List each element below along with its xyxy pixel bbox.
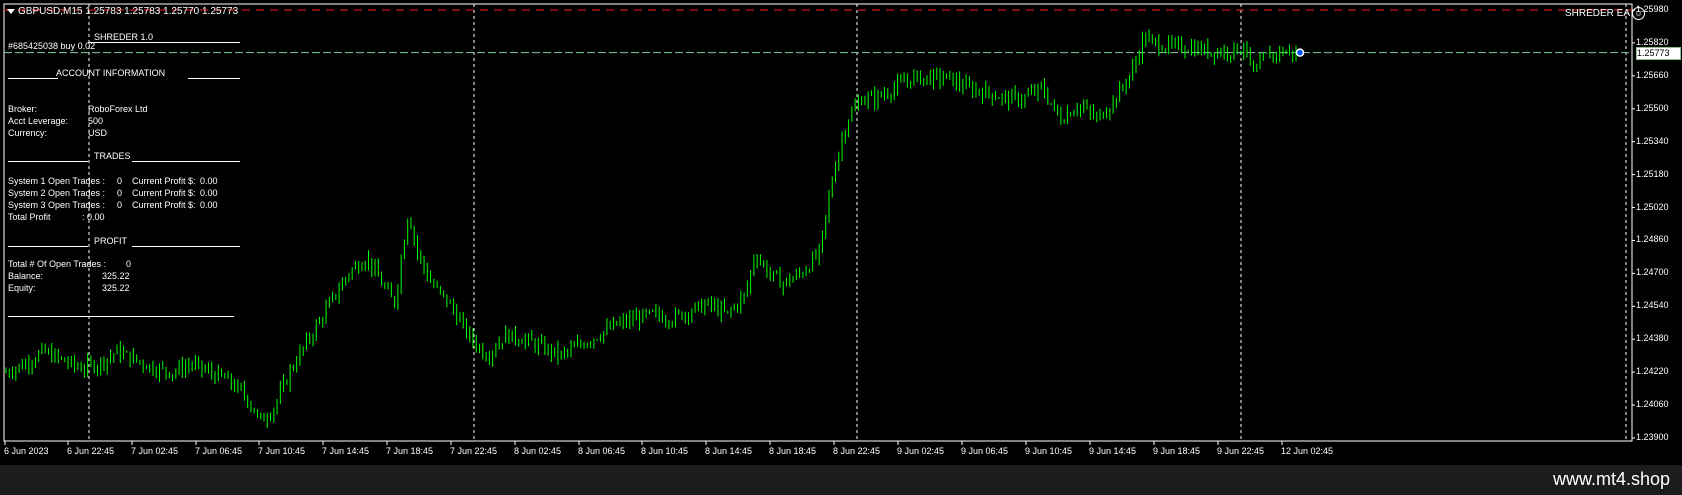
time-tick-label: 6 Jun 2023: [4, 446, 49, 456]
time-tick-label: 7 Jun 10:45: [258, 446, 306, 456]
broker-label: Broker:: [8, 104, 38, 114]
price-tick-label: 1.25020: [1636, 201, 1669, 212]
panel-divider: [8, 161, 88, 162]
ea-name: SHREDER EA: [1564, 8, 1630, 19]
time-tick-label: 7 Jun 14:45: [322, 446, 370, 456]
equity-label: Equity:: [8, 283, 36, 293]
panel-divider: [8, 246, 88, 247]
time-tick-label: 9 Jun 10:45: [1025, 446, 1073, 456]
currency-label: Currency:: [8, 128, 48, 138]
price-tick-label: 1.24380: [1636, 333, 1669, 344]
system-1-profit: 0.00: [200, 176, 218, 186]
current-price-label: 1.25773: [1636, 46, 1681, 60]
price-tick-label: 1.24220: [1636, 366, 1669, 377]
leverage-label: Acct Leverage:: [8, 116, 69, 126]
system-3-label: System 3 Open Trades :: [8, 200, 106, 210]
panel-divider: [8, 316, 234, 317]
system-2-profit: 0.00: [200, 188, 218, 198]
panel-divider: [188, 78, 240, 79]
order-marker-icon: [1295, 48, 1305, 57]
time-tick-label: 8 Jun 18:45: [769, 446, 817, 456]
time-tick-label: 12 Jun 02:45: [1281, 446, 1334, 456]
broker-value: RoboForex Ltd: [88, 104, 148, 114]
time-tick-label: 9 Jun 18:45: [1153, 446, 1201, 456]
footer-bar: www.mt4.shop: [0, 465, 1682, 495]
panel-divider: [132, 246, 240, 247]
system-2-open: 0: [117, 188, 123, 198]
price-tick-label: 1.23900: [1636, 432, 1669, 442]
currency-value: USD: [88, 128, 108, 138]
time-tick-label: 8 Jun 14:45: [705, 446, 753, 456]
balance-value: 325.22: [102, 271, 130, 281]
profit-heading: PROFIT: [94, 236, 127, 246]
price-tick-label: 1.25500: [1636, 102, 1669, 113]
system-3-open: 0: [117, 200, 123, 210]
leverage-value: 500: [88, 116, 104, 126]
price-tick-label: 1.25660: [1636, 69, 1669, 80]
time-tick-label: 9 Jun 06:45: [961, 446, 1009, 456]
equity-value: 325.22: [102, 283, 130, 293]
system-3-profit: 0.00: [200, 200, 218, 210]
trades-heading: TRADES: [94, 151, 131, 161]
time-tick-label: 8 Jun 06:45: [578, 446, 626, 456]
price-tick-label: 1.24540: [1636, 300, 1669, 311]
price-tick-label: 1.25980: [1636, 4, 1669, 14]
price-tick-label: 1.24700: [1636, 267, 1669, 278]
chart-frame: [3, 3, 1633, 442]
price-tick-label: 1.24860: [1636, 234, 1669, 245]
panel-divider: [8, 78, 58, 79]
price-tick-label: 1.25180: [1636, 168, 1669, 179]
total-profit-label: Total Profit: [8, 212, 51, 222]
time-tick-label: 8 Jun 10:45: [641, 446, 689, 456]
price-tick-label: 1.24060: [1636, 399, 1669, 410]
open-trades-label: Total # Of Open Trades :: [8, 259, 107, 269]
price-chart[interactable]: [0, 0, 1682, 465]
panel-divider: [88, 42, 240, 43]
total-profit-value: : 0.00: [82, 212, 105, 222]
system-2-label: System 2 Open Trades :: [8, 188, 106, 198]
balance-label: Balance:: [8, 271, 44, 281]
time-tick-label: 8 Jun 22:45: [833, 446, 881, 456]
system-1-label: System 1 Open Trades :: [8, 176, 106, 186]
symbol-info: GBPUSD,M15 1.25783 1.25783 1.25770 1.257…: [18, 6, 239, 17]
system-3-profit-label: Current Profit $:: [132, 200, 196, 210]
time-tick-label: 9 Jun 02:45: [897, 446, 945, 456]
system-1-open: 0: [117, 176, 123, 186]
open-trades-value: 0: [126, 259, 132, 269]
time-tick-label: 7 Jun 22:45: [450, 446, 498, 456]
chart-header: GBPUSD,M15 1.25783 1.25783 1.25770 1.257…: [7, 6, 238, 17]
chart-window[interactable]: GBPUSD,M15 1.25783 1.25783 1.25770 1.257…: [0, 0, 1682, 465]
order-line-label: #685425038 buy 0.02: [8, 41, 96, 51]
panel-title: SHREDER 1.0: [94, 32, 154, 42]
system-1-profit-label: Current Profit $:: [132, 176, 196, 186]
time-tick-label: 7 Jun 06:45: [195, 446, 243, 456]
price-tick-label: 1.25340: [1636, 135, 1669, 146]
time-tick-label: 7 Jun 02:45: [131, 446, 179, 456]
watermark: www.mt4.shop: [1552, 469, 1670, 489]
time-tick-label: 6 Jun 22:45: [67, 446, 115, 456]
system-2-profit-label: Current Profit $:: [132, 188, 196, 198]
time-tick-label: 9 Jun 22:45: [1217, 446, 1265, 456]
time-tick-label: 8 Jun 02:45: [514, 446, 562, 456]
panel-divider: [132, 161, 240, 162]
collapse-triangle-icon[interactable]: [7, 9, 15, 14]
time-tick-label: 7 Jun 18:45: [386, 446, 434, 456]
time-tick-label: 9 Jun 14:45: [1089, 446, 1137, 456]
account-heading: ACCOUNT INFORMATION: [56, 68, 166, 78]
